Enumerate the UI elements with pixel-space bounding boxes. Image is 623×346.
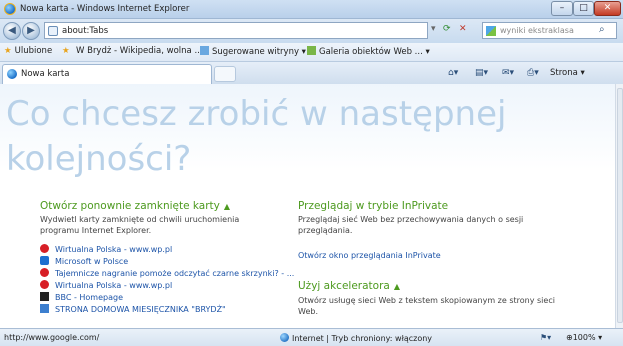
forward-button[interactable]: ▶: [22, 22, 40, 40]
bbc-icon: [40, 292, 49, 301]
web-slice-icon: [307, 46, 316, 55]
scrollbar-thumb[interactable]: [617, 88, 623, 323]
vertical-scrollbar[interactable]: [615, 84, 623, 328]
search-box[interactable]: wyniki ekstraklasa ⌕: [482, 22, 617, 39]
address-bar[interactable]: about:Tabs: [44, 22, 428, 39]
favorites-button[interactable]: ★ Ulubione: [4, 46, 52, 56]
new-tab-page: Co chcesz zrobić w następnej kolejności?…: [0, 84, 615, 328]
globe-icon: [280, 333, 289, 342]
favorite-item-web-slice-gallery[interactable]: Galeria obiektów Web ... ▾: [307, 46, 430, 57]
wp-icon: [40, 268, 49, 277]
ie-logo-icon: [4, 3, 16, 15]
address-input[interactable]: about:Tabs: [62, 26, 108, 36]
recent-item[interactable]: BBC - Homepage: [40, 292, 123, 302]
caret-up-icon: ▲: [393, 282, 400, 291]
home-icon[interactable]: ⌂▾: [448, 68, 458, 78]
recent-item[interactable]: Wirtualna Polska - www.wp.pl: [40, 244, 172, 254]
favorites-bar: ★ Ulubione ★ W Brydż - Wikipedia, wolna .…: [0, 43, 623, 62]
favorite-item-wikipedia[interactable]: W Brydż - Wikipedia, wolna ...: [76, 46, 203, 56]
page-headline: Co chcesz zrobić w następnej kolejności?: [6, 94, 507, 179]
tab-nowa-karta[interactable]: Nowa karta: [2, 64, 212, 84]
close-button[interactable]: ✕: [594, 1, 621, 16]
recent-item[interactable]: Tajemnicze nagranie pomoże odczytać czar…: [40, 268, 294, 278]
reopen-closed-tabs-heading[interactable]: Otwórz ponownie zamknięte karty ▲: [40, 200, 230, 212]
site-icon: [40, 304, 49, 313]
page-menu[interactable]: Strona ▾: [550, 68, 585, 78]
favorite-item-suggested-sites[interactable]: Sugerowane witryny ▾: [200, 46, 306, 57]
recent-item[interactable]: STRONA DOMOWA MIESIĘCZNIKA "BRYDŻ": [40, 304, 226, 314]
navigation-bar: ◀ ▶ about:Tabs ▾ ⟳ ✕ wyniki ekstraklasa …: [0, 19, 623, 43]
zoom-icon: ⊕: [566, 333, 573, 342]
maximize-button[interactable]: □: [573, 1, 594, 16]
mail-icon[interactable]: ✉▾: [502, 68, 514, 78]
arrow-left-icon: ◀: [8, 25, 16, 36]
accelerator-description: Otwórz usługę sieci Web z tekstem skopio…: [298, 296, 555, 316]
accelerator-heading[interactable]: Użyj akceleratora ▲: [298, 280, 400, 292]
inprivate-description: Przeglądaj sieć Web bez przechowywania d…: [298, 215, 524, 235]
dropdown-icon[interactable]: ▾: [431, 24, 436, 34]
open-inprivate-link[interactable]: Otwórz okno przeglądania InPrivate: [298, 251, 441, 260]
ie-tab-icon: [7, 69, 17, 79]
caret-up-icon: ▲: [223, 202, 231, 211]
suggested-sites-icon: [200, 46, 209, 55]
zoom-level[interactable]: ⊕100% ▾: [566, 333, 602, 342]
add-favorite-icon[interactable]: ★: [62, 46, 73, 56]
address-tools: ▾ ⟳ ✕: [429, 22, 479, 39]
star-icon: ★: [4, 46, 12, 56]
microsoft-icon: [40, 256, 49, 265]
status-url: http://www.google.com/: [4, 333, 100, 342]
wp-icon: [40, 244, 49, 253]
print-icon[interactable]: ⎙▾: [527, 68, 539, 78]
back-button[interactable]: ◀: [3, 22, 21, 40]
wp-icon: [40, 280, 49, 289]
minimize-button[interactable]: –: [551, 1, 573, 16]
feeds-icon[interactable]: ▤▾: [475, 68, 488, 78]
search-icon[interactable]: ⌕: [599, 24, 605, 35]
recent-item[interactable]: Microsoft w Polsce: [40, 256, 128, 266]
inprivate-heading[interactable]: Przeglądaj w trybie InPrivate: [298, 200, 448, 212]
security-zone[interactable]: Internet | Tryb chroniony: włączony: [280, 333, 432, 343]
security-status-icon[interactable]: ⚑▾: [540, 333, 551, 342]
search-provider-icon[interactable]: [486, 26, 496, 36]
window-title: Nowa karta - Windows Internet Explorer: [20, 4, 190, 14]
stop-icon[interactable]: ✕: [459, 24, 467, 34]
recent-item[interactable]: Wirtualna Polska - www.wp.pl: [40, 280, 172, 290]
search-input[interactable]: wyniki ekstraklasa: [500, 26, 574, 35]
status-bar: http://www.google.com/ Internet | Tryb c…: [0, 328, 623, 346]
new-tab-button[interactable]: [214, 66, 236, 82]
title-bar: Nowa karta - Windows Internet Explorer –…: [0, 0, 623, 19]
arrow-right-icon: ▶: [27, 25, 35, 36]
tab-bar: Nowa karta ⌂▾ ▤▾ ✉▾ ⎙▾ Strona ▾: [0, 62, 623, 84]
page-icon: [48, 26, 58, 36]
reopen-description: Wydwietl karty zamknięte od chwili uruch…: [40, 215, 240, 235]
refresh-icon[interactable]: ⟳: [443, 24, 451, 34]
